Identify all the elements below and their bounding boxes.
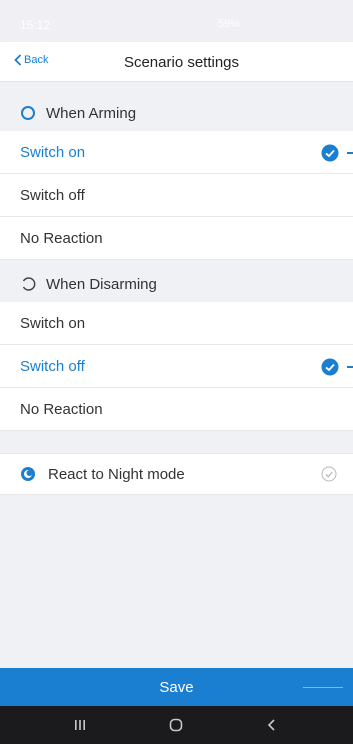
status-bar: 15:12 59% [0,0,353,42]
disarming-option-switch-on[interactable]: Switch on [0,302,353,345]
check-outline-icon[interactable] [321,466,337,482]
page-title: Scenario settings [123,54,240,71]
recents-button[interactable] [50,706,110,744]
status-battery: 59% [218,18,241,30]
disarming-option-switch-off[interactable]: Switch off [0,345,353,388]
status-time: 15:12 [20,18,51,32]
night-mode-row[interactable]: React to Night mode [0,453,353,495]
option-label: Switch on [20,143,86,161]
arming-option-switch-off[interactable]: Switch off [0,174,353,217]
back-icon [267,719,275,731]
disarming-section-header: When Disarming [0,262,353,306]
circle-outline-icon [21,106,35,120]
arming-option-no-reaction[interactable]: No Reaction [0,217,353,260]
open-circle-icon [22,277,36,291]
night-mode-label: React to Night mode [48,465,185,483]
option-label: Switch off [20,357,85,375]
arming-section-title: When Arming [46,104,137,122]
check-circle-icon [321,358,339,376]
disarming-option-no-reaction[interactable]: No Reaction [0,388,353,431]
selection-indicator [347,366,353,368]
save-label: Save [159,678,194,696]
arming-option-switch-on[interactable]: Switch on [0,131,353,174]
navigation-bar: Back Scenario settings [0,42,353,82]
option-label: No Reaction [20,400,103,418]
system-navigation-bar [0,706,353,744]
disarming-section-title: When Disarming [46,275,157,293]
arming-section-header: When Arming [0,91,353,135]
option-label: Switch on [20,314,86,332]
home-icon [169,718,183,732]
home-button[interactable] [146,706,206,744]
recents-icon [75,720,85,730]
option-label: No Reaction [20,229,103,247]
save-button[interactable]: Save [0,668,353,706]
check-circle-icon [321,144,339,162]
night-mode-icon [21,467,35,481]
option-label: Switch off [20,186,85,204]
system-back-button[interactable] [242,706,302,744]
selection-indicator [347,152,353,154]
save-accent-line [303,687,343,688]
